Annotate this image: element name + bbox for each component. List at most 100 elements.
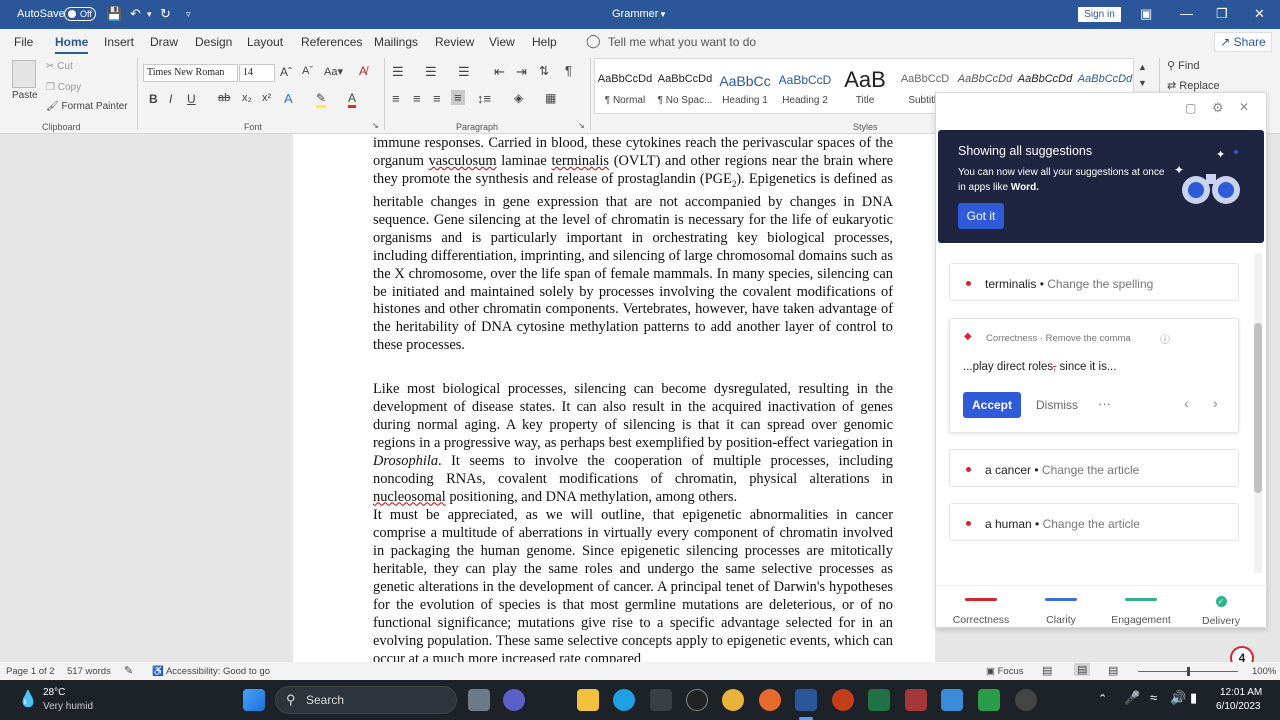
text-effects-icon[interactable]: A	[284, 91, 293, 106]
styles-scroll-down-icon[interactable]: ▼	[1138, 78, 1147, 88]
page-count[interactable]: Page 1 of 2	[6, 666, 55, 677]
nav-correctness[interactable]: Correctness	[951, 598, 1011, 626]
suggestion-card[interactable]: a cancer • Change the article	[949, 449, 1239, 487]
font-name-box[interactable]: Times New Roman	[143, 64, 238, 82]
web-layout-icon[interactable]: ▤	[1108, 664, 1118, 677]
clear-formatting-icon[interactable]: A̸	[359, 64, 367, 78]
close-icon[interactable]: ✕	[1254, 6, 1265, 22]
change-case-icon[interactable]: Aa▾	[324, 65, 343, 78]
word-count[interactable]: 517 words	[67, 666, 111, 677]
tell-me-search[interactable]: Tell me what you want to do	[608, 35, 756, 49]
ribbon-display-icon[interactable]: ▣	[1140, 6, 1152, 22]
align-left-icon[interactable]: ≡	[392, 91, 400, 106]
panel-scrollbar[interactable]	[1254, 253, 1262, 573]
edge-icon[interactable]	[613, 689, 635, 711]
feedback-icon[interactable]: ▢	[1185, 101, 1196, 115]
word-icon[interactable]	[795, 689, 817, 711]
minimize-icon[interactable]: —	[1180, 6, 1193, 21]
focus-button[interactable]: ▣ Focus	[986, 666, 1024, 677]
task-view-icon[interactable]	[468, 689, 490, 711]
tab-layout[interactable]: Layout	[247, 35, 283, 49]
dell-icon[interactable]	[686, 689, 708, 711]
style-normal[interactable]: AaBbCcDd ¶ Normal	[595, 73, 655, 106]
zoom-level[interactable]: 100%	[1252, 666, 1276, 677]
style-title[interactable]: AaB Title	[835, 69, 895, 107]
paragraph-2[interactable]: Like most biological processes, silencin…	[373, 381, 893, 507]
weather-status[interactable]: Very humid	[43, 701, 93, 712]
firefox-icon[interactable]	[759, 689, 781, 711]
zoom-slider-thumb[interactable]	[1187, 667, 1190, 676]
previous-arrow-icon[interactable]: ‹	[1184, 395, 1189, 411]
print-layout-icon[interactable]: ▤	[1074, 663, 1091, 676]
suggestion-card[interactable]: a human • Change the article	[949, 503, 1239, 541]
dismiss-button[interactable]: Dismiss	[1036, 398, 1078, 412]
shading-icon[interactable]: ◈	[514, 91, 523, 105]
highlight-icon[interactable]: ✎	[316, 91, 327, 108]
scrollbar-thumb[interactable]	[1254, 323, 1262, 493]
undo-icon[interactable]: ↶	[130, 6, 141, 22]
sign-in-button[interactable]: Sign in	[1078, 7, 1121, 22]
tab-draw[interactable]: Draw	[150, 35, 178, 49]
expanded-suggestion-card[interactable]: ◆ Correctness · Remove the comma ⓘ ...pl…	[949, 318, 1239, 433]
next-arrow-icon[interactable]: ›	[1213, 395, 1218, 411]
document-title[interactable]: Grammer	[612, 8, 658, 20]
file-explorer-icon[interactable]	[577, 689, 599, 711]
share-button[interactable]: ↗ Share	[1214, 32, 1272, 52]
paste-icon[interactable]	[12, 60, 36, 88]
tab-design[interactable]: Design	[195, 35, 232, 49]
font-color-icon[interactable]: A	[348, 91, 357, 108]
app-icon[interactable]	[978, 689, 1000, 711]
strikethrough-icon[interactable]: ab	[218, 92, 230, 104]
tab-view[interactable]: View	[489, 35, 515, 49]
shrink-font-icon[interactable]: Aˇ	[302, 65, 313, 77]
paragraph-3[interactable]: It must be appreciated, as we will outli…	[373, 507, 893, 662]
volume-icon[interactable]: 🔊	[1170, 690, 1186, 706]
italic-icon[interactable]: I	[169, 92, 172, 106]
misspelled-word[interactable]: nucleosomal	[373, 489, 446, 505]
proofing-icon[interactable]: ✎	[124, 664, 133, 677]
style-emphasis[interactable]: AaBbCcDd	[1015, 73, 1075, 89]
numbering-icon[interactable]: ☰	[425, 64, 437, 80]
multilevel-list-icon[interactable]: ☰	[458, 64, 470, 80]
grow-font-icon[interactable]: Aˆ	[280, 65, 292, 79]
styles-scroll-up-icon[interactable]: ▲	[1138, 62, 1147, 72]
clock-date[interactable]: 6/10/2023	[1216, 701, 1261, 712]
borders-icon[interactable]: ▦	[545, 91, 556, 105]
save-icon[interactable]: 💾	[106, 6, 122, 22]
document-page[interactable]: immune responses. Carried in blood, thes…	[293, 134, 935, 662]
notepad-icon[interactable]	[941, 689, 963, 711]
font-dialog-launcher-icon[interactable]: ↘	[372, 121, 379, 130]
align-center-icon[interactable]: ≡	[413, 91, 421, 106]
cut-button[interactable]: ✂ Cut	[46, 61, 73, 72]
got-it-button[interactable]: Got it	[958, 203, 1004, 229]
chrome-icon[interactable]	[722, 689, 744, 711]
subscript-icon[interactable]: x₂	[242, 92, 252, 104]
align-right-icon[interactable]: ≡	[433, 91, 441, 106]
taskbar-search[interactable]: ⚲ Search	[275, 686, 457, 714]
tab-file[interactable]: File	[14, 35, 33, 49]
nav-engagement[interactable]: Engagement	[1106, 598, 1176, 626]
paragraph-dialog-launcher-icon[interactable]: ↘	[578, 121, 585, 130]
obs-icon[interactable]	[1015, 689, 1037, 711]
line-spacing-icon[interactable]: ↕≡	[477, 91, 491, 106]
style-heading-1[interactable]: AaBbCc Heading 1	[715, 73, 775, 106]
read-mode-icon[interactable]: ▤	[1042, 664, 1052, 677]
increase-indent-icon[interactable]: ⇥	[516, 64, 527, 80]
more-options-button[interactable]: ···	[1098, 396, 1111, 411]
find-button[interactable]: ⚲ Find	[1167, 59, 1200, 72]
misspelled-word[interactable]: vasculosum	[429, 153, 497, 169]
accept-button[interactable]: Accept	[963, 392, 1021, 418]
start-icon[interactable]	[243, 689, 265, 711]
powerpoint-icon[interactable]	[832, 689, 854, 711]
suggestion-card[interactable]: terminalis • Change the spelling	[949, 263, 1239, 301]
teams-icon[interactable]	[503, 689, 525, 711]
format-painter-button[interactable]: 🖌 Format Painter	[46, 101, 128, 112]
panel-close-icon[interactable]: ✕	[1239, 100, 1249, 114]
font-size-box[interactable]: 14	[239, 64, 275, 82]
tab-insert[interactable]: Insert	[104, 35, 134, 49]
paragraph-1[interactable]: immune responses. Carried in blood, thes…	[373, 135, 893, 355]
accessibility-status[interactable]: ♿ Accessibility: Good to go	[152, 666, 270, 677]
nav-clarity[interactable]: Clarity	[1031, 598, 1091, 626]
superscript-icon[interactable]: x²	[262, 92, 271, 104]
title-dropdown-icon[interactable]: ▼	[659, 10, 667, 19]
